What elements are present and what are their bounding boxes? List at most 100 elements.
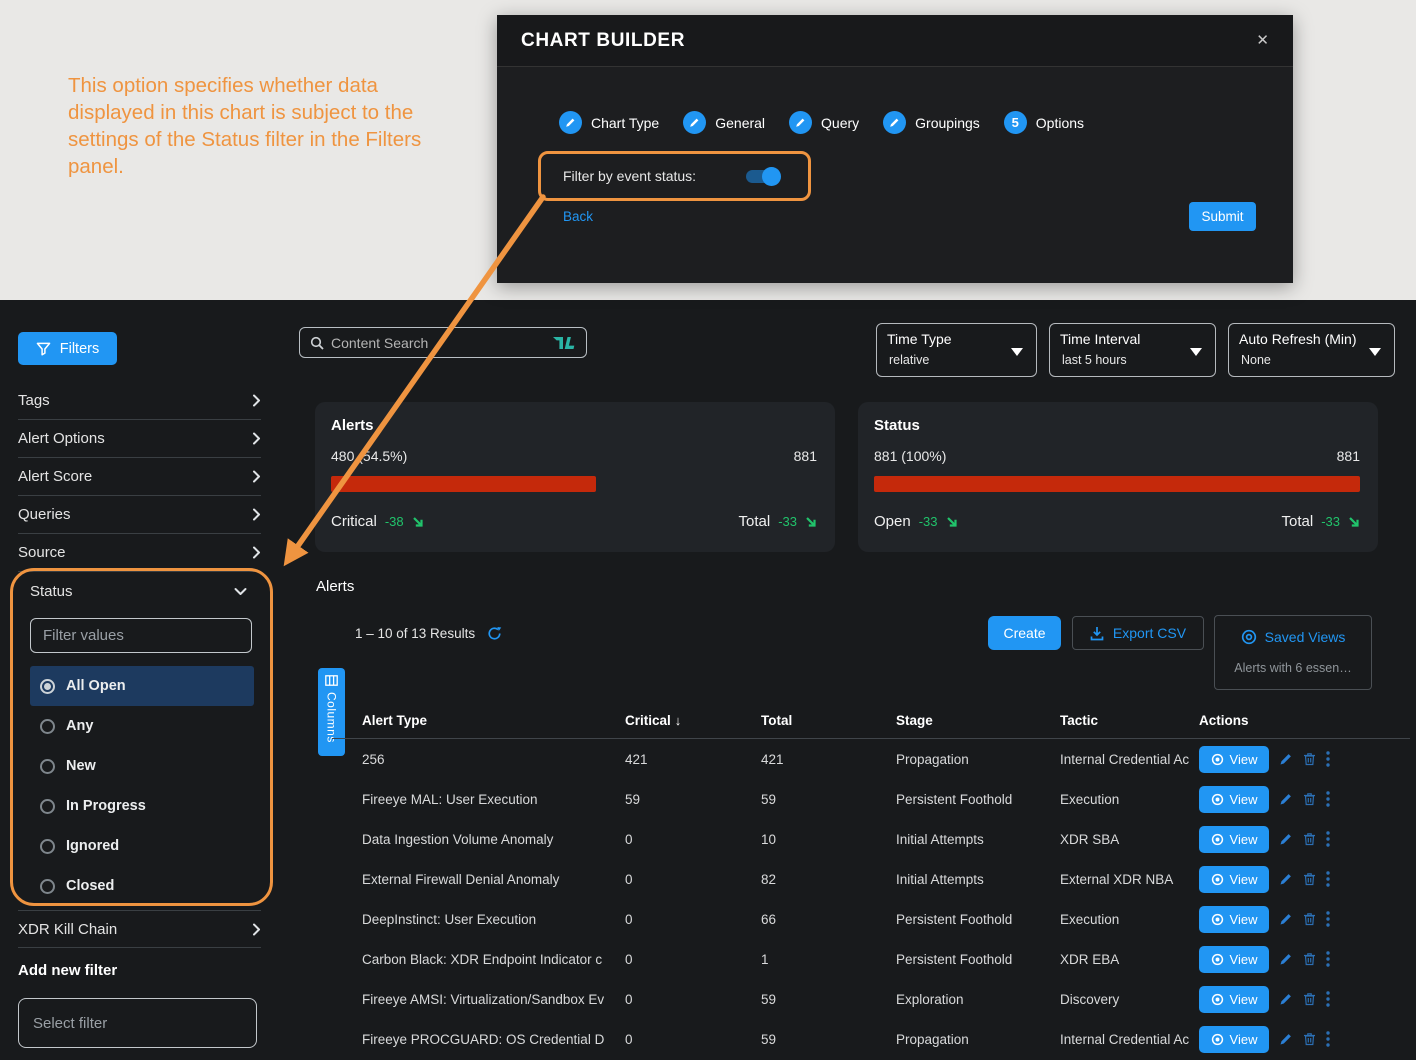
sort-desc-icon: ↓ [675, 713, 682, 728]
delete-button[interactable] [1303, 1032, 1316, 1046]
wizard-step[interactable]: General [659, 111, 765, 134]
status-option[interactable]: All Open [30, 666, 254, 706]
delete-button[interactable] [1303, 872, 1316, 886]
edit-button[interactable] [1279, 1032, 1293, 1046]
status-option[interactable]: In Progress [30, 786, 254, 826]
header-total[interactable]: Total [761, 713, 896, 728]
more-actions-button[interactable] [1326, 1031, 1330, 1047]
time-dropdown[interactable]: Time Interval last 5 hours [1049, 323, 1216, 377]
table-row[interactable]: DeepInstinct: User Execution 0 66 Persis… [332, 899, 1410, 939]
delete-button[interactable] [1303, 992, 1316, 1006]
wizard-step[interactable]: Groupings [859, 111, 980, 134]
sidebar-group-label: XDR Kill Chain [18, 921, 117, 938]
view-button[interactable]: View [1199, 986, 1269, 1013]
more-actions-button[interactable] [1326, 951, 1330, 967]
edit-button[interactable] [1279, 832, 1293, 846]
delete-button[interactable] [1303, 792, 1316, 806]
submit-button[interactable]: Submit [1189, 202, 1256, 231]
sidebar-filter-group[interactable]: Queries [18, 496, 261, 534]
edit-button[interactable] [1279, 752, 1293, 766]
table-row[interactable]: Data Ingestion Volume Anomaly 0 10 Initi… [332, 819, 1410, 859]
view-button[interactable]: View [1199, 946, 1269, 973]
kebab-menu-icon [1326, 871, 1330, 887]
delete-button[interactable] [1303, 912, 1316, 926]
saved-views-dropdown[interactable]: Saved Views Alerts with 6 essen… [1214, 615, 1372, 690]
more-actions-button[interactable] [1326, 751, 1330, 767]
wizard-step[interactable]: 5 Options [980, 111, 1084, 134]
table-row[interactable]: 256 421 421 Propagation Internal Credent… [332, 739, 1410, 779]
sidebar-filter-group[interactable]: XDR Kill Chain [18, 910, 261, 948]
status-group-header[interactable]: Status [18, 568, 261, 614]
sidebar-filter-group[interactable]: Alert Score [18, 458, 261, 496]
wizard-step[interactable]: Chart Type [535, 111, 659, 134]
back-link[interactable]: Back [563, 209, 593, 224]
refresh-icon[interactable] [487, 626, 502, 641]
edit-button[interactable] [1279, 912, 1293, 926]
eye-icon [1211, 753, 1224, 766]
cell-critical: 0 [625, 912, 761, 927]
delete-button[interactable] [1303, 832, 1316, 846]
time-dropdown[interactable]: Time Type relative [876, 323, 1037, 377]
select-filter-input[interactable] [18, 998, 257, 1048]
edit-button[interactable] [1279, 992, 1293, 1006]
summary-card: Status 881 (100%) 881 Open -33 Total -33 [858, 402, 1378, 552]
edit-button[interactable] [1279, 952, 1293, 966]
event-status-toggle[interactable] [746, 170, 778, 183]
step-label: Groupings [915, 115, 980, 131]
create-button[interactable]: Create [988, 616, 1061, 650]
header-alert-type[interactable]: Alert Type [362, 713, 625, 728]
table-row[interactable]: External Firewall Denial Anomaly 0 82 In… [332, 859, 1410, 899]
status-option[interactable]: Ignored [30, 826, 254, 866]
view-button[interactable]: View [1199, 866, 1269, 893]
eye-icon [1211, 953, 1224, 966]
status-option[interactable]: Any [30, 706, 254, 746]
more-actions-button[interactable] [1326, 911, 1330, 927]
view-button[interactable]: View [1199, 906, 1269, 933]
time-dropdown[interactable]: Auto Refresh (Min) None [1228, 323, 1395, 377]
sidebar-filter-group[interactable]: Alert Options [18, 420, 261, 458]
more-actions-button[interactable] [1326, 991, 1330, 1007]
table-row[interactable]: Fireeye PROCGUARD: OS Credential D 0 59 … [332, 1019, 1410, 1059]
edit-button[interactable] [1279, 872, 1293, 886]
cell-stage: Exploration [896, 992, 1060, 1007]
table-row[interactable]: Fireeye AMSI: Virtualization/Sandbox Ev … [332, 979, 1410, 1019]
header-tactic[interactable]: Tactic [1060, 713, 1199, 728]
chart-builder-modal: CHART BUILDER ✕ Chart Type General Query [497, 15, 1293, 283]
search-input[interactable] [331, 335, 552, 351]
table-row[interactable]: Fireeye MAL: User Execution 59 59 Persis… [332, 779, 1410, 819]
view-button[interactable]: View [1199, 746, 1269, 773]
filters-button[interactable]: Filters [18, 332, 117, 365]
trash-icon [1303, 1032, 1316, 1046]
table-body: 256 421 421 Propagation Internal Credent… [332, 739, 1410, 1059]
delete-button[interactable] [1303, 952, 1316, 966]
wizard-step[interactable]: Query [765, 111, 859, 134]
status-option[interactable]: Closed [30, 866, 254, 906]
cell-stage: Propagation [896, 1032, 1060, 1047]
summary-cards: Alerts 480 (54.5%) 881 Critical -38 Tota… [315, 402, 1378, 552]
export-csv-button[interactable]: Export CSV [1072, 616, 1204, 650]
card-footer-label: Critical [331, 513, 377, 530]
delete-button[interactable] [1303, 752, 1316, 766]
view-button[interactable]: View [1199, 826, 1269, 853]
sidebar-filter-group[interactable]: Source [18, 534, 261, 572]
view-button[interactable]: View [1199, 786, 1269, 813]
table-row[interactable]: Carbon Black: XDR Endpoint Indicator c 0… [332, 939, 1410, 979]
pencil-icon [1279, 872, 1293, 886]
close-icon[interactable]: ✕ [1252, 29, 1273, 51]
cell-critical: 0 [625, 952, 761, 967]
more-actions-button[interactable] [1326, 831, 1330, 847]
saved-views-value: Alerts with 6 essen… [1215, 661, 1371, 675]
trend-down-icon [805, 516, 817, 528]
status-option[interactable]: New [30, 746, 254, 786]
view-button[interactable]: View [1199, 1026, 1269, 1053]
sidebar-filter-group[interactable]: Tags [18, 382, 261, 420]
add-new-filter-label: Add new filter [18, 962, 117, 979]
filter-values-input[interactable] [30, 618, 252, 653]
header-stage[interactable]: Stage [896, 713, 1060, 728]
more-actions-button[interactable] [1326, 871, 1330, 887]
dropdown-label: Time Interval [1060, 331, 1205, 347]
more-actions-button[interactable] [1326, 791, 1330, 807]
funnel-icon [36, 342, 51, 356]
header-critical[interactable]: Critical↓ [625, 713, 761, 728]
edit-button[interactable] [1279, 792, 1293, 806]
